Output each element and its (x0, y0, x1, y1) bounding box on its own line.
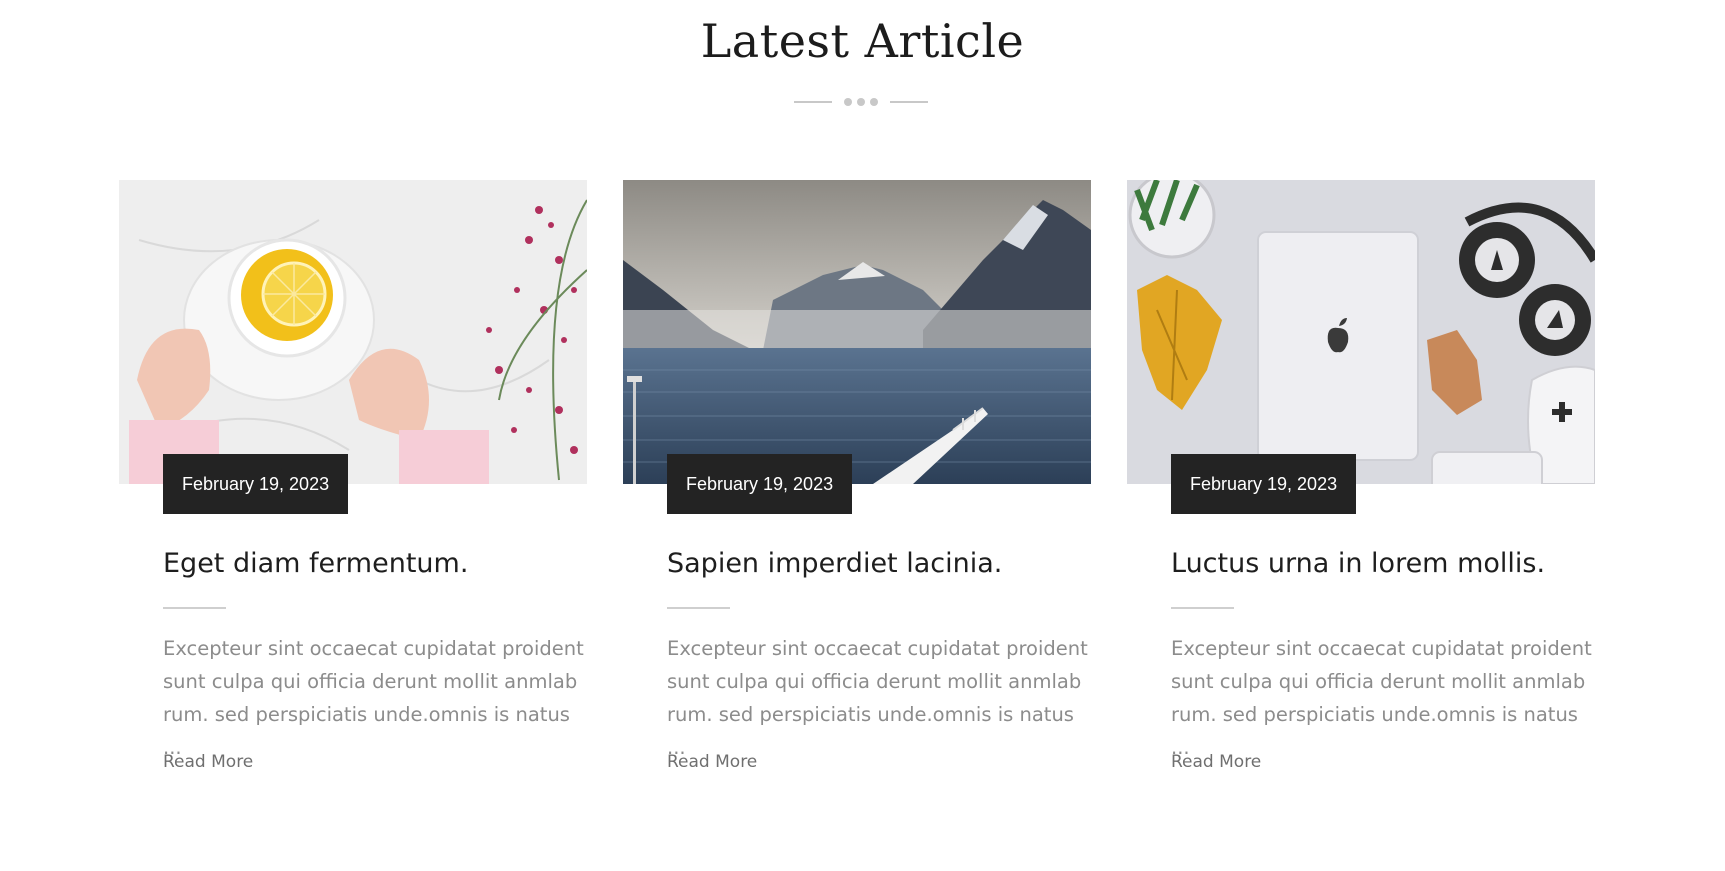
title-divider (794, 96, 928, 108)
article-card: February 19, 2023 Luctus urna in lorem m… (1127, 180, 1595, 772)
article-title[interactable]: Luctus urna in lorem mollis. (1171, 548, 1611, 579)
article-excerpt: Excepteur sint occaecat cupidatat proide… (163, 637, 584, 759)
article-image-laptop-desk[interactable] (1127, 180, 1595, 484)
article-date-badge: February 19, 2023 (163, 454, 349, 514)
article-date-badge: February 19, 2023 (1171, 454, 1357, 514)
article-image-mountain-lake[interactable] (623, 180, 1091, 484)
title-underline (667, 607, 730, 609)
read-more-link[interactable]: Read More (1171, 752, 1261, 772)
article-card: February 19, 2023 Sapien imperdiet lacin… (623, 180, 1091, 772)
divider-line-left (794, 101, 832, 103)
divider-line-right (890, 101, 928, 103)
mountain-lake-photo (623, 180, 1091, 484)
divider-dot (870, 98, 878, 106)
article-date-badge: February 19, 2023 (667, 454, 853, 514)
article-image-tea-cup[interactable] (119, 180, 587, 484)
divider-dot (844, 98, 852, 106)
article-excerpt: Excepteur sint occaecat cupidatat proide… (667, 637, 1088, 759)
article-title[interactable]: Sapien imperdiet lacinia. (667, 548, 1107, 579)
divider-dot (857, 98, 865, 106)
read-more-link[interactable]: Read More (163, 752, 253, 772)
article-card: February 19, 2023 Eget diam fermentum. E… (119, 180, 587, 772)
tea-cup-photo (119, 180, 587, 484)
article-title[interactable]: Eget diam fermentum. (163, 548, 603, 579)
read-more-link[interactable]: Read More (667, 752, 757, 772)
laptop-desk-photo (1127, 180, 1595, 484)
title-underline (163, 607, 226, 609)
section-title: Latest Article (700, 14, 1025, 68)
title-underline (1171, 607, 1234, 609)
article-excerpt: Excepteur sint occaecat cupidatat proide… (1171, 637, 1592, 759)
